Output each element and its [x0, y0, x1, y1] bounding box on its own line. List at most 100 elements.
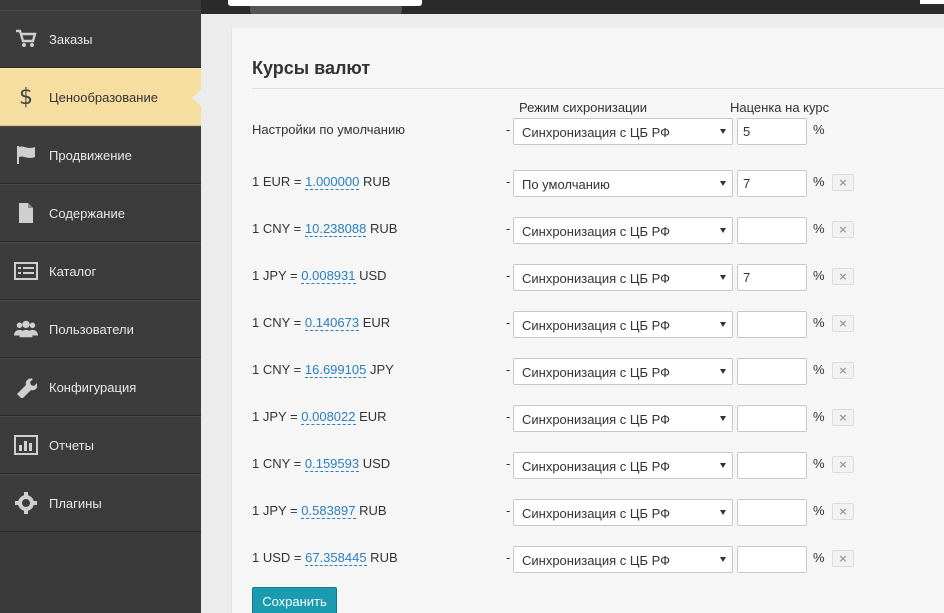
sync-mode-value: Синхронизация с ЦБ РФ — [522, 224, 671, 239]
rate-prefix: 1 CNY = — [252, 456, 305, 471]
rate-prefix: 1 USD = — [252, 550, 306, 565]
remove-row-button[interactable]: × — [832, 362, 854, 379]
sync-mode-select[interactable]: Синхронизация с ЦБ РФ — [513, 452, 733, 479]
sidebar-item-content[interactable]: Содержание — [0, 184, 201, 242]
sync-mode-select[interactable]: Синхронизация с ЦБ РФ — [513, 217, 733, 244]
rate-suffix: RUB — [359, 174, 391, 189]
sync-mode-column-header: Режим сихронизации — [519, 100, 648, 115]
sync-mode-select[interactable]: Синхронизация с ЦБ РФ — [513, 546, 733, 573]
rate-suffix: USD — [355, 268, 387, 283]
percent-sign: % — [813, 550, 825, 565]
remove-row-button[interactable]: × — [832, 503, 854, 520]
rate-value-link[interactable]: 0.008931 — [301, 268, 356, 284]
remove-row-button[interactable]: × — [832, 315, 854, 332]
row-dash: - — [506, 503, 511, 518]
chevron-down-icon — [720, 369, 726, 374]
close-icon: × — [838, 176, 848, 189]
currency-rate-label: 1 JPY = 0.583897 RUB — [252, 503, 387, 519]
rate-suffix: JPY — [366, 362, 394, 377]
markup-field[interactable] — [737, 118, 807, 145]
sync-mode-select[interactable]: Синхронизация с ЦБ РФ — [513, 499, 733, 526]
rate-value-link[interactable]: 67.358445 — [305, 550, 367, 566]
sidebar-item-pricing[interactable]: $ Ценообразование — [0, 68, 201, 126]
flag-icon — [14, 143, 38, 167]
sidebar-item-catalog[interactable]: Каталог — [0, 242, 201, 300]
rate-value-link[interactable]: 0.140673 — [304, 315, 360, 331]
rate-value-link[interactable]: 16.699105 — [304, 362, 367, 378]
sidebar-item-configuration[interactable]: Конфигурация — [0, 358, 201, 416]
markup-field[interactable] — [737, 405, 807, 432]
remove-row-button[interactable]: × — [832, 409, 854, 426]
chevron-down-icon — [720, 275, 726, 280]
document-icon — [14, 201, 38, 225]
rate-prefix: 1 JPY = — [252, 409, 302, 424]
sidebar-item-orders[interactable]: Заказы — [0, 10, 201, 68]
chevron-down-icon — [720, 129, 726, 134]
remove-row-button[interactable]: × — [832, 174, 854, 191]
rate-value-link[interactable]: 0.008022 — [301, 409, 356, 425]
cart-icon — [14, 27, 38, 51]
currency-rate-label: 1 JPY = 0.008931 USD — [252, 268, 387, 284]
markup-field[interactable] — [737, 170, 807, 197]
row-dash: - — [506, 174, 511, 189]
rate-value-link[interactable]: 0.583897 — [301, 503, 356, 519]
save-button[interactable]: Сохранить — [252, 587, 337, 613]
rate-prefix: 1 CNY = — [252, 221, 305, 236]
sidebar-item-label: Отчеты — [49, 437, 94, 453]
row-dash: - — [506, 550, 511, 565]
sidebar-item-label: Пользователи — [49, 321, 134, 337]
row-dash: - — [506, 221, 511, 236]
sync-mode-select[interactable]: По умолчанию — [513, 170, 733, 197]
chevron-down-icon — [720, 510, 726, 515]
markup-field[interactable] — [737, 452, 807, 479]
rate-value-link[interactable]: 1.000000 — [305, 174, 360, 190]
markup-field[interactable] — [737, 264, 807, 291]
rate-value-link[interactable]: 0.159593 — [304, 456, 360, 472]
rate-prefix: 1 EUR = — [252, 174, 306, 189]
sync-mode-value: Синхронизация с ЦБ РФ — [522, 412, 671, 427]
markup-field[interactable] — [737, 358, 807, 385]
sync-mode-value: Синхронизация с ЦБ РФ — [522, 318, 671, 333]
close-icon: × — [838, 223, 848, 236]
percent-sign: % — [813, 268, 825, 283]
sync-mode-select[interactable]: Синхронизация с ЦБ РФ — [513, 264, 733, 291]
markup-field[interactable] — [737, 217, 807, 244]
rate-prefix: 1 CNY = — [252, 362, 305, 377]
rate-value-link[interactable]: 10.238088 — [304, 221, 367, 237]
remove-row-button[interactable]: × — [832, 268, 854, 285]
rate-suffix: USD — [359, 456, 391, 471]
sync-mode-value: Синхронизация с ЦБ РФ — [522, 506, 671, 521]
markup-field[interactable] — [737, 499, 807, 526]
percent-sign: % — [813, 221, 825, 236]
sync-mode-select[interactable]: Синхронизация с ЦБ РФ — [513, 311, 733, 338]
sidebar-item-users[interactable]: Пользователи — [0, 300, 201, 358]
rate-suffix: RUB — [366, 550, 398, 565]
sidebar-item-promotion[interactable]: Продвижение — [0, 126, 201, 184]
chevron-down-icon — [720, 228, 726, 233]
remove-row-button[interactable]: × — [832, 221, 854, 238]
rate-prefix: 1 JPY = — [252, 503, 302, 518]
sync-mode-select[interactable]: Синхронизация с ЦБ РФ — [513, 405, 733, 432]
users-icon — [14, 317, 38, 341]
rate-prefix: 1 JPY = — [252, 268, 302, 283]
rate-suffix: EUR — [359, 315, 391, 330]
remove-row-button[interactable]: × — [832, 456, 854, 473]
percent-sign: % — [813, 409, 825, 424]
remove-row-button[interactable]: × — [832, 550, 854, 567]
wrench-icon — [14, 375, 38, 399]
catalog-list-icon — [14, 259, 38, 283]
top-right-control[interactable] — [920, 0, 944, 4]
sync-mode-value: Синхронизация с ЦБ РФ — [522, 459, 671, 474]
chevron-down-icon — [720, 322, 726, 327]
sidebar-item-label: Каталог — [49, 263, 97, 279]
row-dash: - — [506, 409, 511, 424]
markup-field[interactable] — [737, 546, 807, 573]
currency-rate-label: 1 JPY = 0.008022 EUR — [252, 409, 387, 425]
sidebar-item-plugins[interactable]: Плагины — [0, 474, 201, 532]
sidebar-item-reports[interactable]: Отчеты — [0, 416, 201, 474]
markup-field[interactable] — [737, 311, 807, 338]
sync-mode-select[interactable]: Синхронизация с ЦБ РФ — [513, 358, 733, 385]
percent-sign: % — [813, 503, 825, 518]
rate-suffix: RUB — [366, 221, 398, 236]
sync-mode-select[interactable]: Синхронизация с ЦБ РФ — [513, 118, 733, 145]
